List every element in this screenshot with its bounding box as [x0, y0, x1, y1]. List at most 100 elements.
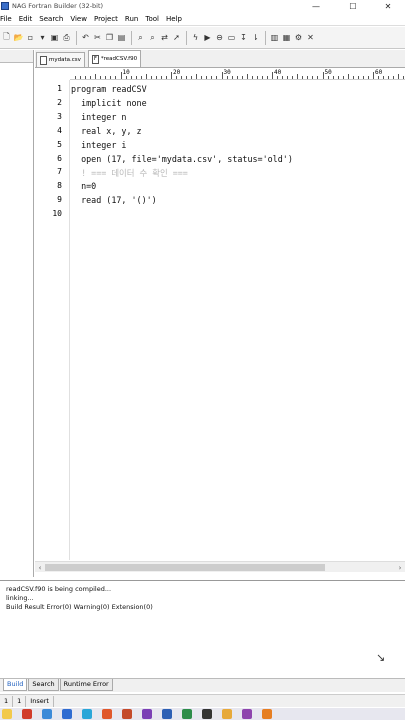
- close-button[interactable]: ✕: [371, 0, 405, 12]
- menu-run[interactable]: Run: [125, 15, 138, 23]
- tab-build[interactable]: Build: [3, 679, 28, 691]
- ruler-tick: [191, 76, 193, 79]
- app2-icon[interactable]: [262, 709, 272, 719]
- toolbar-separator: [186, 30, 187, 45]
- minimize-button[interactable]: —: [299, 0, 333, 12]
- copy-icon[interactable]: ❐: [104, 32, 115, 44]
- output-window[interactable]: readCSV.f90 is being compiled... linking…: [0, 580, 405, 678]
- ruler-number: 20: [172, 69, 182, 76]
- ruler-tick: [327, 76, 329, 79]
- terminal-icon[interactable]: [202, 709, 212, 719]
- replace-icon[interactable]: ⇄: [159, 32, 170, 44]
- ruler-tick: [201, 76, 203, 79]
- ruler-tick: [317, 76, 319, 79]
- ruler-tick: [181, 76, 183, 79]
- menu-help[interactable]: Help: [166, 15, 182, 23]
- menu-view[interactable]: View: [70, 15, 87, 23]
- mail-icon[interactable]: [42, 709, 52, 719]
- ruler-tick: [292, 76, 294, 79]
- ruler-number: 30: [222, 69, 232, 76]
- find-next-icon[interactable]: ⌕: [147, 32, 158, 44]
- scroll-thumb[interactable]: [45, 564, 325, 571]
- ruler-number: 10: [121, 69, 131, 76]
- ruler-tick: [80, 76, 82, 79]
- app-icon[interactable]: [242, 709, 252, 719]
- scroll-left-icon[interactable]: ‹: [35, 562, 45, 573]
- code-line: open (17, file='mydata.csv', status='old…: [71, 153, 293, 164]
- window-icon[interactable]: ▦: [281, 32, 292, 44]
- line-number: 8: [57, 181, 62, 191]
- ruler-tick: [342, 76, 344, 79]
- ruler-tick: [241, 76, 243, 79]
- status-mode: Insert: [26, 695, 54, 707]
- paste-icon[interactable]: ▤: [116, 32, 127, 44]
- menu-project[interactable]: Project: [94, 15, 118, 23]
- ruler-tick: [246, 74, 248, 79]
- toolbar-separator: [265, 30, 266, 45]
- maximize-button[interactable]: ☐: [336, 0, 370, 12]
- ruler-tick: [297, 74, 299, 79]
- print-icon[interactable]: ⎙: [61, 32, 72, 44]
- folder-icon[interactable]: [222, 709, 232, 719]
- ruler-tick: [393, 76, 395, 79]
- office-icon[interactable]: [102, 709, 112, 719]
- code-line: program readCSV: [71, 84, 147, 94]
- horizontal-scrollbar[interactable]: ‹ ›: [35, 561, 405, 572]
- store-icon[interactable]: [62, 709, 72, 719]
- ruler-tick: [160, 76, 162, 79]
- new-file-icon[interactable]: 🗋: [1, 32, 12, 44]
- ruler-tick: [155, 76, 157, 79]
- debug-icon[interactable]: ▭: [226, 32, 237, 44]
- ruler-tick: [337, 76, 339, 79]
- new-icon[interactable]: ▫: [25, 32, 36, 44]
- column-ruler: 10 20 30 40 50 60: [70, 69, 405, 80]
- panel-icon[interactable]: ▥: [269, 32, 280, 44]
- goto-icon[interactable]: ➚: [171, 32, 182, 44]
- file-explorer-icon[interactable]: [2, 709, 12, 719]
- ruler-tick: [307, 76, 309, 79]
- find-icon[interactable]: ⌕: [135, 32, 146, 44]
- document-tabs: mydata.csv F *readCSV.f90: [35, 50, 405, 68]
- word-icon[interactable]: [162, 709, 172, 719]
- browser-icon[interactable]: [22, 709, 32, 719]
- menu-edit[interactable]: Edit: [19, 15, 33, 23]
- powerpoint-icon[interactable]: [122, 709, 132, 719]
- open-folder-icon[interactable]: 📂: [13, 32, 24, 44]
- step-icon[interactable]: ↧: [238, 32, 249, 44]
- menu-search[interactable]: Search: [39, 15, 63, 23]
- scroll-right-icon[interactable]: ›: [395, 562, 405, 573]
- project-pane[interactable]: [0, 50, 34, 577]
- cut-icon[interactable]: ✂: [92, 32, 103, 44]
- ruler-tick: [105, 76, 107, 79]
- ruler-tick: [388, 76, 390, 79]
- onenote-icon[interactable]: [142, 709, 152, 719]
- line-number: 9: [57, 195, 62, 205]
- ruler-tick: [75, 76, 77, 79]
- tab-runtime-error[interactable]: Runtime Error: [59, 679, 113, 691]
- menu-file[interactable]: File: [0, 15, 12, 23]
- undo-icon[interactable]: ↶: [80, 32, 91, 44]
- run-icon[interactable]: ▶: [202, 32, 213, 44]
- code-editor[interactable]: program readCSV implicit none integer n …: [71, 80, 405, 560]
- tab-mydata-csv[interactable]: mydata.csv: [36, 52, 85, 67]
- tab-readcsv-f90[interactable]: F *readCSV.f90: [87, 50, 142, 67]
- ruler-tick: [403, 76, 405, 79]
- step-over-icon[interactable]: ⇂: [250, 32, 261, 44]
- fortran-file-icon: F: [91, 54, 99, 64]
- line-number: 10: [52, 209, 62, 219]
- save-icon[interactable]: ▣: [49, 32, 60, 44]
- build-icon[interactable]: ϟ: [190, 32, 201, 44]
- excel-icon[interactable]: [182, 709, 192, 719]
- close-icon[interactable]: ✕: [305, 32, 316, 44]
- open-icon[interactable]: ▾: [37, 32, 48, 44]
- stop-icon[interactable]: ⊖: [214, 32, 225, 44]
- photos-icon[interactable]: [82, 709, 92, 719]
- code-line: n=0: [71, 181, 97, 192]
- menu-tool[interactable]: Tool: [145, 15, 159, 23]
- tab-search[interactable]: Search: [28, 679, 59, 691]
- ruler-tick: [398, 74, 400, 79]
- ruler-tick: [352, 76, 354, 79]
- settings-icon[interactable]: ⚙: [293, 32, 304, 44]
- ruler-tick: [367, 76, 369, 79]
- ruler-tick: [378, 76, 380, 79]
